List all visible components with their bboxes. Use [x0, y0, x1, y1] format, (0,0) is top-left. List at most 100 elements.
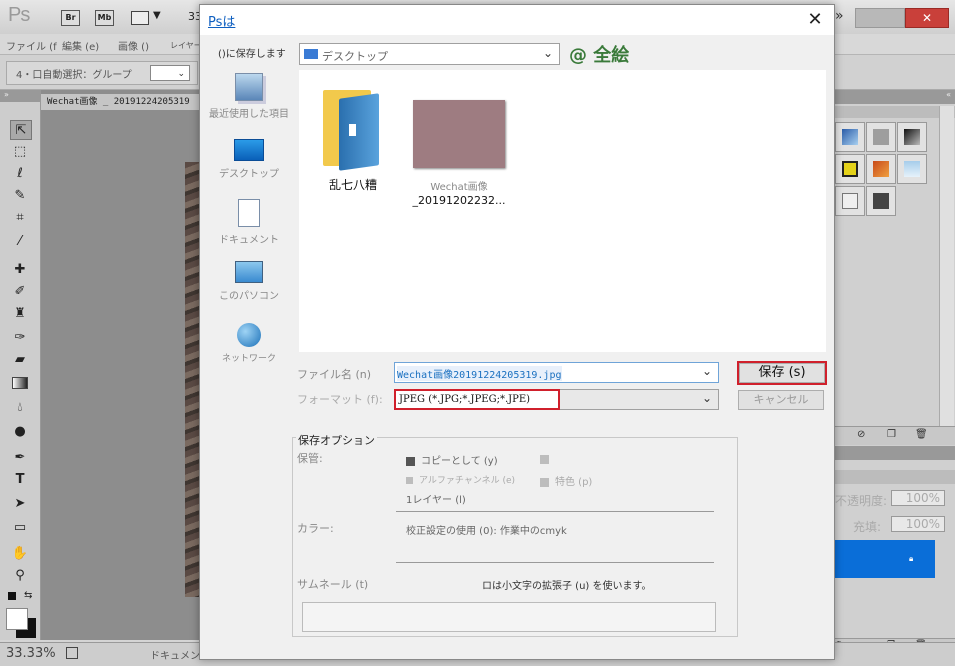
fill-field[interactable]: 100%: [891, 516, 945, 532]
auto-select-label: 4・口自動選択：グループ: [16, 70, 132, 81]
healing-brush-icon[interactable]: ✚: [10, 260, 30, 278]
minimize-button[interactable]: [855, 8, 905, 28]
style-swatch[interactable]: [835, 122, 865, 152]
format-dropdown[interactable]: JPEG (*.JPG;*.JPEG;*.JPE) ⌄: [394, 389, 719, 410]
status-icon[interactable]: [66, 647, 78, 659]
opacity-field[interactable]: 100%: [891, 490, 945, 506]
workspace-arrow-icon[interactable]: »: [835, 8, 844, 24]
image-thumbnail: [413, 100, 505, 168]
desktop-small-icon: [304, 49, 318, 59]
path-select-icon[interactable]: ➤: [10, 494, 30, 512]
save-as-dialog: Psは ✕ ()に保存します デスクトップ ⌄ @ 全絵 最近使用した項目 デス…: [199, 4, 835, 660]
folder-name: 乱七八糟: [329, 178, 378, 192]
spot-checkbox-label: 特色 (p): [555, 477, 593, 488]
thumbnail-label: サムネール (t): [297, 578, 369, 591]
foreground-color-swatch[interactable]: [6, 608, 28, 630]
save-in-label: ()に保存します: [218, 49, 286, 60]
default-colors-icon[interactable]: [8, 592, 16, 600]
bridge-button[interactable]: Br: [61, 10, 80, 26]
dialog-title-bar: Psは ✕: [200, 5, 834, 35]
options-divider: [396, 562, 714, 563]
photoshop-logo: Ps: [8, 4, 30, 26]
hand-tool-icon[interactable]: ✋: [10, 544, 30, 562]
panel-collapse-icon[interactable]: »: [0, 90, 40, 102]
place-recent[interactable]: 最近使用した項目: [200, 73, 298, 120]
panel-collapse-icon[interactable]: «: [831, 90, 955, 104]
style-swatch[interactable]: [897, 122, 927, 152]
eraser-tool-icon[interactable]: ▰: [10, 350, 30, 368]
spot-checkbox[interactable]: 特色 (p): [540, 473, 592, 488]
folder-icon: [319, 86, 383, 171]
proof-setup-checkbox[interactable]: 校正設定の使用 (0): 作業中のcmyk: [406, 522, 567, 537]
status-zoom[interactable]: 33.33%: [6, 646, 56, 661]
trash-icon[interactable]: 🗑︎: [915, 429, 928, 440]
place-network[interactable]: ネットワーク: [200, 323, 298, 364]
gradient-tool-icon[interactable]: [10, 374, 30, 392]
style-swatch[interactable]: [897, 154, 927, 184]
storage-label: 保管:: [297, 452, 323, 465]
layers-checkbox[interactable]: 1レイヤー (l): [406, 491, 466, 506]
style-swatch[interactable]: [866, 186, 896, 216]
image-file-item[interactable]: [413, 100, 505, 168]
menu-image[interactable]: 画像 (): [118, 38, 149, 53]
blur-tool-icon[interactable]: 💧︎: [10, 398, 30, 416]
menu-file[interactable]: ファイル (f: [6, 38, 57, 53]
stamp-tool-icon[interactable]: ♜: [10, 304, 30, 322]
style-swatch[interactable]: [835, 154, 865, 184]
places-bar: 最近使用した項目 デスクトップ ドキュメント このパソコン ネットワーク: [200, 63, 298, 423]
history-brush-icon[interactable]: ✑: [10, 328, 30, 346]
document-tab[interactable]: Wechat画像 _ 20191224205319: [41, 94, 201, 110]
documents-icon: [238, 199, 260, 227]
style-swatch[interactable]: [835, 186, 865, 216]
image-file-name-2: _20191202232...: [412, 194, 506, 207]
new-style-icon[interactable]: ❐: [887, 429, 896, 440]
folder-item[interactable]: 乱七八糟: [319, 86, 383, 192]
copy-checkbox[interactable]: コピーとして (y): [406, 452, 498, 467]
options-divider: [396, 511, 714, 512]
comments-checkbox[interactable]: [540, 452, 555, 465]
place-computer[interactable]: このパソコン: [200, 261, 298, 302]
lowercase-extension-checkbox[interactable]: ロは小文字の拡張子 (u) を使います。: [482, 577, 652, 592]
location-value: デスクトップ: [322, 50, 388, 63]
type-tool-icon[interactable]: T: [10, 470, 30, 488]
menu-layer[interactable]: レイヤー: [170, 40, 202, 51]
recent-icon: [235, 73, 263, 101]
menu-edit[interactable]: 編集 (e): [62, 38, 99, 53]
style-swatch[interactable]: [866, 122, 896, 152]
save-button[interactable]: 保存 (s): [737, 361, 827, 385]
alpha-checkbox[interactable]: アルファチャンネル (e): [406, 473, 515, 486]
cancel-button[interactable]: キャンセル: [738, 390, 824, 410]
delete-style-icon[interactable]: ⊘: [857, 429, 865, 440]
style-swatch[interactable]: [866, 154, 896, 184]
shape-tool-icon[interactable]: ▭: [10, 518, 30, 536]
place-desktop[interactable]: デスクトップ: [200, 139, 298, 180]
screen-mode-icon[interactable]: [131, 11, 149, 25]
mini-bridge-button[interactable]: Mb: [95, 10, 114, 26]
filename-input[interactable]: Wechat画像20191224205319.jpg ⌄: [394, 362, 719, 383]
alpha-checkbox-label: アルファチャンネル (e): [419, 476, 516, 486]
pen-tool-icon[interactable]: ✒: [10, 448, 30, 466]
move-tool-icon[interactable]: ⇱: [10, 120, 32, 140]
app-close-button[interactable]: ✕: [905, 8, 949, 28]
lasso-tool-icon[interactable]: ℓ: [10, 164, 30, 182]
close-icon[interactable]: ✕: [800, 9, 830, 31]
dodge-tool-icon[interactable]: ●: [10, 422, 30, 440]
image-file-name-1: Wechat画像: [430, 182, 488, 193]
selected-layer-row[interactable]: 🔒︎: [831, 540, 935, 578]
toolbar-extra[interactable]: @ 全絵: [569, 41, 629, 67]
dropdown-arrow-icon[interactable]: ▼: [153, 10, 161, 21]
crop-tool-icon[interactable]: ⌗: [10, 208, 30, 226]
eyedropper-icon[interactable]: ⁄: [10, 232, 30, 250]
styles-scrollbar[interactable]: [939, 106, 954, 426]
zoom-tool-icon[interactable]: ⚲: [10, 566, 30, 584]
marquee-tool-icon[interactable]: ⬚: [10, 142, 30, 160]
place-label: 最近使用した項目: [209, 109, 289, 120]
quick-select-icon[interactable]: ✎: [10, 186, 30, 204]
place-documents[interactable]: ドキュメント: [200, 199, 298, 246]
swap-colors-icon[interactable]: ⇆: [24, 590, 32, 601]
copy-checkbox-label: コピーとして (y): [421, 456, 498, 467]
location-dropdown[interactable]: デスクトップ ⌄: [299, 43, 560, 65]
chevron-down-icon: ⌄: [701, 364, 712, 378]
auto-select-dropdown[interactable]: ⌄: [150, 65, 190, 81]
brush-tool-icon[interactable]: ✐: [10, 282, 30, 300]
